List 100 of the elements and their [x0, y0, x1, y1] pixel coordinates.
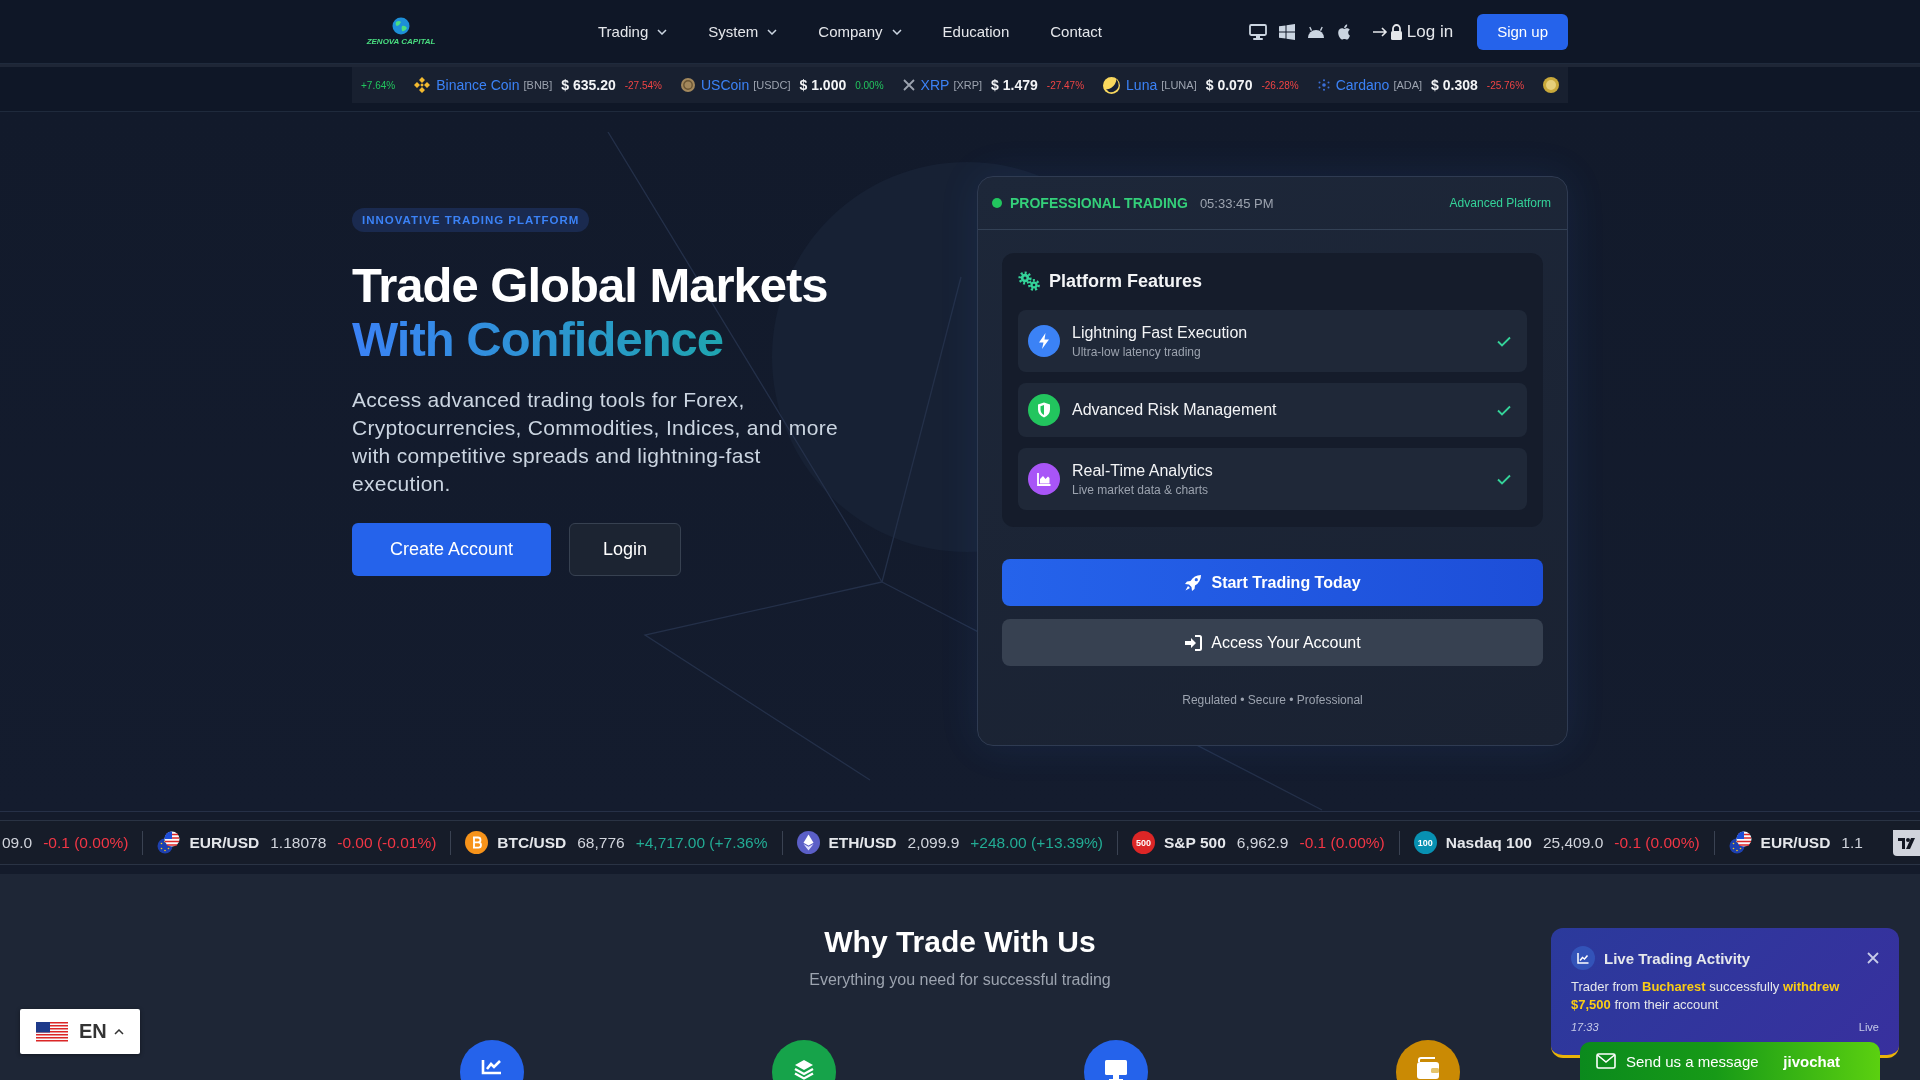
coin-price: $ 0.070 [1205, 77, 1253, 93]
coin-icon [1543, 77, 1560, 93]
ticker-symbol: EUR/USD [1760, 833, 1831, 852]
notification-time: 17:33 [1571, 1021, 1599, 1033]
globe-logo-icon [392, 17, 410, 35]
coin-name: Binance Coin [436, 77, 520, 93]
ticker-change: -0.1 (0.00%) [1299, 833, 1385, 852]
nav-link[interactable]: Education [942, 19, 1010, 44]
login-link[interactable]: Log in [1372, 17, 1454, 46]
start-trading-button[interactable]: Start Trading Today [1002, 559, 1543, 606]
ticker-symbol: EUR/USD [189, 833, 260, 852]
monitor-icon[interactable] [1248, 23, 1267, 40]
hero-description: Access advanced trading tools for Forex, Cryptocurrencies, Commodities, Indices, and more with competitive spreads and lightning-fast execution. [352, 387, 839, 497]
currency-flags-icon [1728, 831, 1752, 854]
coin-price: $ 635.20 [561, 77, 616, 93]
feature-title: Real-Time Analytics [1072, 461, 1213, 480]
coin-change: -27.54% [624, 79, 662, 91]
ticker-price: 6,962.9 [1236, 833, 1289, 852]
windows-logo-icon[interactable] [1278, 23, 1295, 40]
ticker-change: +248.00 (+13.39%) [970, 833, 1103, 852]
coin-change: -25.76% [1486, 79, 1525, 91]
coin-change: +7.64% [361, 79, 396, 91]
crescent-coin-icon [1103, 76, 1121, 94]
coin-price: $ 0.308 [1431, 77, 1478, 93]
feature-title: Advanced Risk Management [1072, 401, 1277, 419]
notification-message: Trader from Bucharest successfully withdrew $7,500 from their account [1571, 978, 1841, 1014]
panel-title: Platform Features [1049, 270, 1203, 292]
language-selector[interactable]: EN [20, 1009, 140, 1054]
dotted-coin-icon [1317, 79, 1330, 91]
coin-symbol: [USDC] [753, 79, 791, 91]
create-account-button[interactable]: Create Account [352, 523, 551, 576]
coin-symbol: [XRP] [953, 79, 983, 91]
live-label: Live [1858, 1021, 1879, 1033]
bitcoin-coin-icon [465, 831, 489, 854]
ethereum-coin-icon [796, 831, 820, 854]
ticker-symbol: Nasdaq 100 [1445, 833, 1532, 852]
coin-symbol: [ADA] [1393, 79, 1423, 91]
coin-change: -26.28% [1261, 79, 1299, 91]
coin-name: Cardano [1335, 77, 1390, 93]
ticker-symbol: BTC/USD [497, 833, 567, 852]
nav-link[interactable]: Company [818, 19, 902, 44]
ticker-symbol: ETH/USD [828, 833, 897, 852]
coin-name: Luna [1126, 77, 1158, 93]
signup-button[interactable]: Sign up [1477, 13, 1568, 50]
logo-text: ZENOVA CAPITAL [366, 37, 436, 46]
coin-symbol: [LUNA] [1161, 79, 1197, 91]
ticker-price: 09.0 [2, 833, 33, 852]
ticker-symbol: S&P 500 [1164, 833, 1226, 852]
nav-link[interactable]: Trading [598, 19, 668, 44]
ticker-change: -0.1 (0.00%) [43, 833, 129, 852]
coin-price: $ 1.479 [991, 77, 1038, 93]
ticker-price: 25,409.0 [1542, 833, 1604, 852]
tagline-pill: INNOVATIVE TRADING PLATFORM [352, 208, 590, 232]
ticker-change: +4,717.00 (+7.36% [635, 833, 768, 852]
coin-icon [680, 78, 695, 92]
coin-change: 0.00% [855, 79, 884, 91]
feature-subtitle: Ultra-low latency trading [1072, 344, 1202, 359]
status-label: PROFESSIONAL TRADING [1010, 195, 1188, 211]
cross-icon [902, 79, 915, 91]
line-chart-icon [1571, 946, 1595, 970]
arrow-lock-icon [1372, 22, 1403, 41]
index-logo: 500 [1132, 831, 1155, 854]
chat-launcher[interactable]: Send us a message jivochat [1580, 1042, 1880, 1080]
coin-change: -27.47% [1046, 79, 1085, 91]
ticker-price: 2,099.9 [907, 833, 960, 852]
gears-icon [1018, 271, 1040, 291]
hero-title: Trade Global Markets [352, 258, 828, 312]
nav-link[interactable]: Contact [1050, 19, 1102, 44]
ticker-change: -0.1 (0.00%) [1614, 833, 1700, 852]
nav-link[interactable]: System [708, 19, 778, 44]
diamond-coin-icon [414, 77, 431, 93]
login-button[interactable]: Login [569, 523, 681, 576]
clock-time: 05:33:45 PM [1199, 195, 1274, 211]
envelope-icon [1596, 1053, 1616, 1069]
android-icon[interactable] [1306, 25, 1325, 38]
ticker-price: 1.18078 [270, 833, 327, 852]
coin-price: $ 1.000 [799, 77, 847, 93]
ticker-price: 68,776 [577, 833, 625, 852]
coin-name: XRP [920, 77, 950, 93]
currency-flags-icon [157, 831, 181, 854]
caret-up-icon [113, 1028, 124, 1035]
feature-subtitle: Live market data & charts [1072, 482, 1210, 497]
index-logo: 100 [1413, 831, 1437, 854]
notification-title: Live Trading Activity [1604, 949, 1751, 967]
apple-icon[interactable] [1336, 23, 1351, 40]
ticker-change: -0.00 (-0.01%) [337, 833, 437, 852]
coin-symbol: [BNB] [523, 79, 553, 91]
platform-label: Advanced Platform [1449, 196, 1551, 210]
us-flag-icon [36, 1021, 68, 1042]
sign-in-icon [1184, 634, 1203, 651]
access-account-button[interactable]: Access Your Account [1002, 619, 1543, 666]
section-subtitle: Everything you need for successful trading [808, 971, 1112, 989]
trust-note: Regulated • Secure • Professional [1181, 693, 1364, 707]
coin-name: USCoin [700, 77, 750, 93]
close-icon[interactable] [1867, 952, 1879, 964]
feature-title: Lightning Fast Execution [1072, 323, 1248, 342]
section-title: Why Trade With Us [823, 924, 1097, 960]
status-dot-icon [992, 198, 1002, 208]
rocket-icon [1184, 573, 1203, 592]
widget-logo-icon[interactable] [1893, 830, 1920, 856]
